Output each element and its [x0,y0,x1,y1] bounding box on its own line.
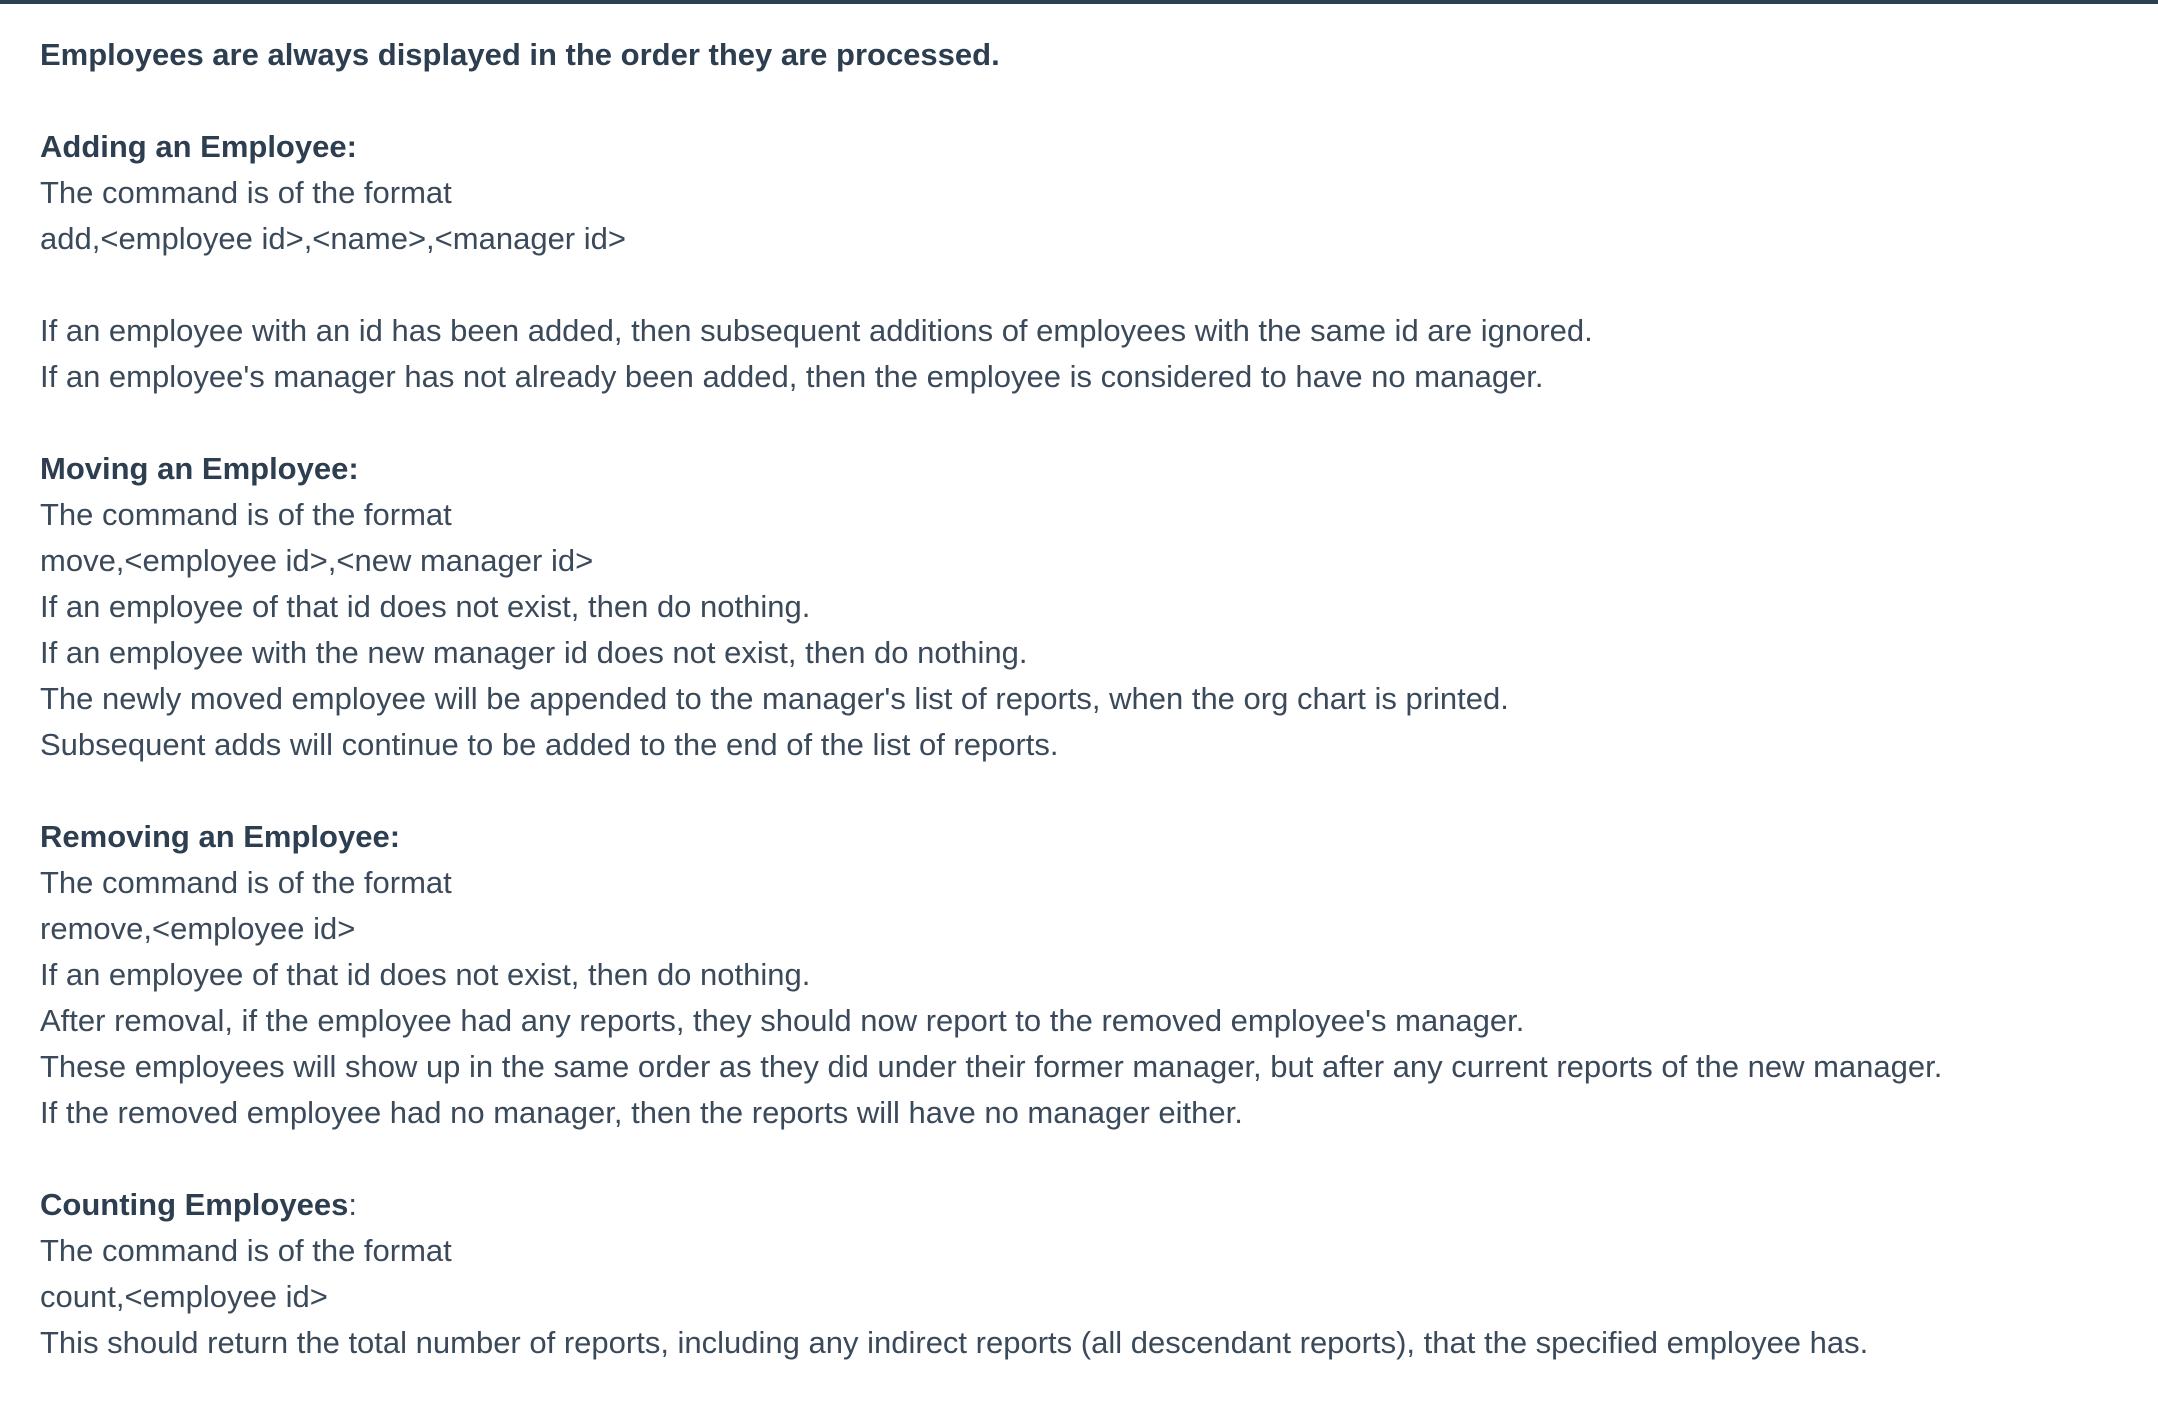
top-border [0,0,2158,4]
section-heading-removing: Removing an Employee: [40,819,401,854]
section-heading-counting: Counting Employees [40,1187,349,1222]
adding-rule-no-manager: If an employee's manager has not already… [40,359,1544,394]
intro-text: Employees are always displayed in the or… [40,37,1000,72]
counting-command: count,<employee id> [40,1279,328,1314]
moving-rule-2: If an employee with the new manager id d… [40,635,1028,670]
removing-rule-3: These employees will show up in the same… [40,1049,1943,1084]
counting-rule-1: This should return the total number of r… [40,1325,1869,1360]
document-body: Employees are always displayed in the or… [40,32,2120,1366]
moving-rule-3: The newly moved employee will be appende… [40,681,1509,716]
section-heading-adding: Adding an Employee: [40,129,357,164]
adding-rule-duplicate: If an employee with an id has been added… [40,313,1593,348]
removing-rule-1: If an employee of that id does not exist… [40,957,811,992]
counting-format-label: The command is of the format [40,1233,452,1268]
adding-command: add,<employee id>,<name>,<manager id> [40,221,626,256]
section-heading-counting-row: Counting Employees: [40,1182,2120,1228]
moving-command: move,<employee id>,<new manager id> [40,543,594,578]
removing-command: remove,<employee id> [40,911,356,946]
moving-rule-4: Subsequent adds will continue to be adde… [40,727,1059,762]
removing-rule-4: If the removed employee had no manager, … [40,1095,1243,1130]
section-heading-moving: Moving an Employee: [40,451,359,486]
moving-rule-1: If an employee of that id does not exist… [40,589,811,624]
removing-rule-2: After removal, if the employee had any r… [40,1003,1525,1038]
heading-colon: : [348,1187,357,1222]
moving-format-label: The command is of the format [40,497,452,532]
removing-format-label: The command is of the format [40,865,452,900]
adding-format-label: The command is of the format [40,175,452,210]
